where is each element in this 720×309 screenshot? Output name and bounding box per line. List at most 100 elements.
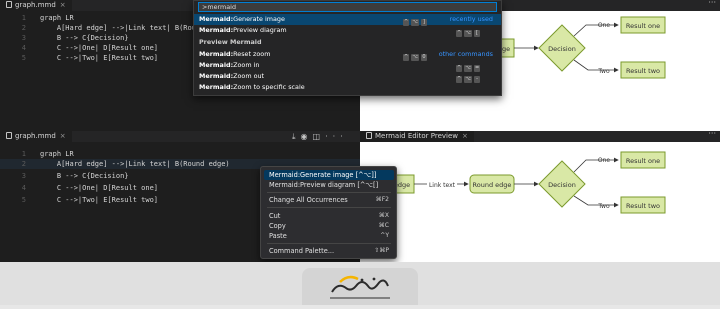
- menu-item-label: Command Palette...: [269, 247, 335, 255]
- line-number: 4: [21, 184, 26, 192]
- result-two-label: Result two: [626, 202, 660, 210]
- result-two-label: Result two: [626, 67, 660, 75]
- menu-item-cut[interactable]: Cut ⌘X: [264, 211, 394, 221]
- menu-item-label: Copy: [269, 222, 286, 230]
- flowchart-diagram: edge Link text Round edge Decision One T…: [389, 151, 666, 214]
- site-logo-badge: [302, 268, 418, 305]
- menu-item-shortcut: ^Y: [380, 232, 389, 239]
- context-menu: Mermaid:Generate image [^⌥]] Mermaid:Pre…: [260, 166, 397, 259]
- key-cap: [: [473, 30, 480, 37]
- close-icon[interactable]: ×: [60, 132, 66, 140]
- preview-tabbar: Mermaid Editor Preview × ···: [360, 131, 720, 142]
- menu-item-label: Cut: [269, 212, 281, 220]
- item-label: Zoom out: [233, 72, 265, 80]
- result-one-label: Result one: [626, 22, 660, 30]
- menu-item-generate-image[interactable]: Mermaid:Generate image [^⌥]]: [264, 170, 394, 180]
- more-actions-icon[interactable]: ···: [325, 132, 348, 141]
- menu-item-command-palette[interactable]: Command Palette... ⇧⌘P: [264, 246, 394, 256]
- code-text: B --> C{Decision}: [40, 34, 129, 42]
- palette-item-generate-image[interactable]: Mermaid:Generate image ^ ⌥] recently used: [194, 14, 501, 26]
- item-prefix: Mermaid:: [199, 15, 234, 23]
- tab-graph-mmd[interactable]: graph.mmd ×: [0, 0, 72, 11]
- item-prefix: Mermaid:: [199, 83, 234, 91]
- menu-item-label: Mermaid:Preview diagram [^⌥[]: [269, 181, 379, 189]
- menu-item-label: Change All Occurrences: [269, 196, 348, 204]
- edge-label-two: Two: [597, 68, 610, 75]
- keybinding: ^ ⌥ 0: [401, 51, 427, 61]
- close-icon[interactable]: ×: [60, 1, 66, 9]
- edge-label-two: Two: [597, 203, 610, 210]
- decision-label: Decision: [548, 45, 576, 53]
- more-actions-icon[interactable]: ···: [708, 131, 716, 138]
- code-text: C -->|Two| E[Result two]: [40, 54, 159, 62]
- tab-label: graph.mmd: [15, 132, 56, 140]
- line-number: 1: [21, 150, 26, 158]
- item-label: Zoom in: [233, 61, 260, 69]
- item-prefix: Mermaid:: [199, 61, 234, 69]
- line-number: 2: [21, 160, 26, 168]
- edge-label-one: One: [598, 157, 611, 164]
- item-prefix: Mermaid:: [199, 26, 234, 34]
- mermaid-preview: edge Link text Round edge Decision One T…: [360, 142, 720, 262]
- tab-label: graph.mmd: [15, 1, 56, 9]
- code-text: A[Hard edge] -->|Link text| B(Roun: [40, 24, 201, 32]
- code-text: A[Hard edge] -->|Link text| B(Round edge…: [40, 160, 230, 168]
- edge-line-one: [573, 22, 619, 37]
- tab-label: Mermaid Editor Preview: [375, 132, 459, 140]
- code-text: B --> C{Decision}: [40, 172, 129, 180]
- code-text: graph LR: [40, 150, 74, 158]
- line-number: 2: [21, 24, 26, 32]
- menu-item-change-occurrences[interactable]: Change All Occurrences ⌘F2: [264, 195, 394, 205]
- menu-item-shortcut: ⌘X: [378, 212, 389, 219]
- menu-item-paste[interactable]: Paste ^Y: [264, 231, 394, 241]
- keybinding: ^ ⌥ -: [454, 73, 480, 83]
- preview-icon: [366, 132, 372, 139]
- node-label: Round edge: [473, 181, 512, 189]
- line-number: 3: [21, 172, 26, 180]
- key-cap: ⌥: [464, 30, 472, 37]
- editor-tabbar: graph.mmd × ⤓◉◫···: [0, 131, 360, 142]
- split-editor-icon[interactable]: ◫: [313, 132, 326, 141]
- command-palette-input[interactable]: >mermaid: [198, 2, 497, 12]
- keybinding: ^ ⌥]: [401, 16, 427, 26]
- palette-item-preview-diagram[interactable]: Mermaid:Preview diagram ^ ⌥[: [194, 25, 501, 37]
- keybinding: ^ ⌥ =: [454, 62, 481, 72]
- keybinding: ^ ⌥[: [454, 27, 480, 37]
- menu-item-label: Paste: [269, 232, 287, 240]
- eye-icon[interactable]: ◉: [301, 132, 313, 141]
- menu-item-preview-diagram[interactable]: Mermaid:Preview diagram [^⌥[]: [264, 180, 394, 190]
- item-label: Zoom to specific scale: [233, 83, 305, 91]
- file-icon: [6, 1, 12, 8]
- code-text: C -->|Two| E[Result two]: [40, 196, 159, 204]
- palette-item-zoom-out[interactable]: Mermaid:Zoom out ^ ⌥ -: [194, 71, 501, 83]
- menu-divider: [267, 207, 391, 208]
- line-number: 5: [21, 196, 26, 204]
- code-line: 1 graph LR: [0, 149, 360, 159]
- line-number: 4: [21, 44, 26, 52]
- more-actions-icon[interactable]: ···: [708, 0, 716, 7]
- tab-graph-mmd[interactable]: graph.mmd ×: [0, 131, 72, 142]
- download-icon[interactable]: ⤓: [292, 132, 301, 141]
- command-palette: >mermaid Mermaid:Generate image ^ ⌥] rece…: [193, 0, 502, 96]
- menu-item-shortcut: ⌘C: [378, 222, 389, 229]
- menu-item-label: Mermaid:Generate image [^⌥]]: [269, 171, 377, 179]
- menu-item-copy[interactable]: Copy ⌘C: [264, 221, 394, 231]
- palette-item-reset-zoom[interactable]: Mermaid:Reset zoom ^ ⌥ 0 other commands: [194, 49, 501, 61]
- result-one-label: Result one: [626, 157, 660, 165]
- line-number: 1: [21, 14, 26, 22]
- tab-mermaid-preview[interactable]: Mermaid Editor Preview ×: [360, 131, 474, 142]
- menu-item-shortcut: ⇧⌘P: [374, 247, 389, 254]
- palette-item-zoom-specific[interactable]: Mermaid:Zoom to specific scale: [194, 82, 501, 93]
- decision-label: Decision: [548, 181, 576, 189]
- edge-label-link-text: Link text: [429, 182, 456, 189]
- edge-line-two: [573, 195, 619, 208]
- key-cap: ^: [456, 30, 463, 37]
- palette-item-zoom-in[interactable]: Mermaid:Zoom in ^ ⌥ =: [194, 60, 501, 72]
- menu-item-shortcut: ⌘F2: [375, 196, 389, 203]
- item-prefix: Mermaid:: [199, 72, 234, 80]
- top-screenshot: graph.mmd × ··· 1 graph LR 2 A[Hard edge] …: [0, 0, 720, 131]
- close-icon[interactable]: ×: [462, 132, 468, 140]
- edge-line-two: [573, 59, 619, 73]
- line-number: 3: [21, 34, 26, 42]
- file-icon: [6, 132, 12, 139]
